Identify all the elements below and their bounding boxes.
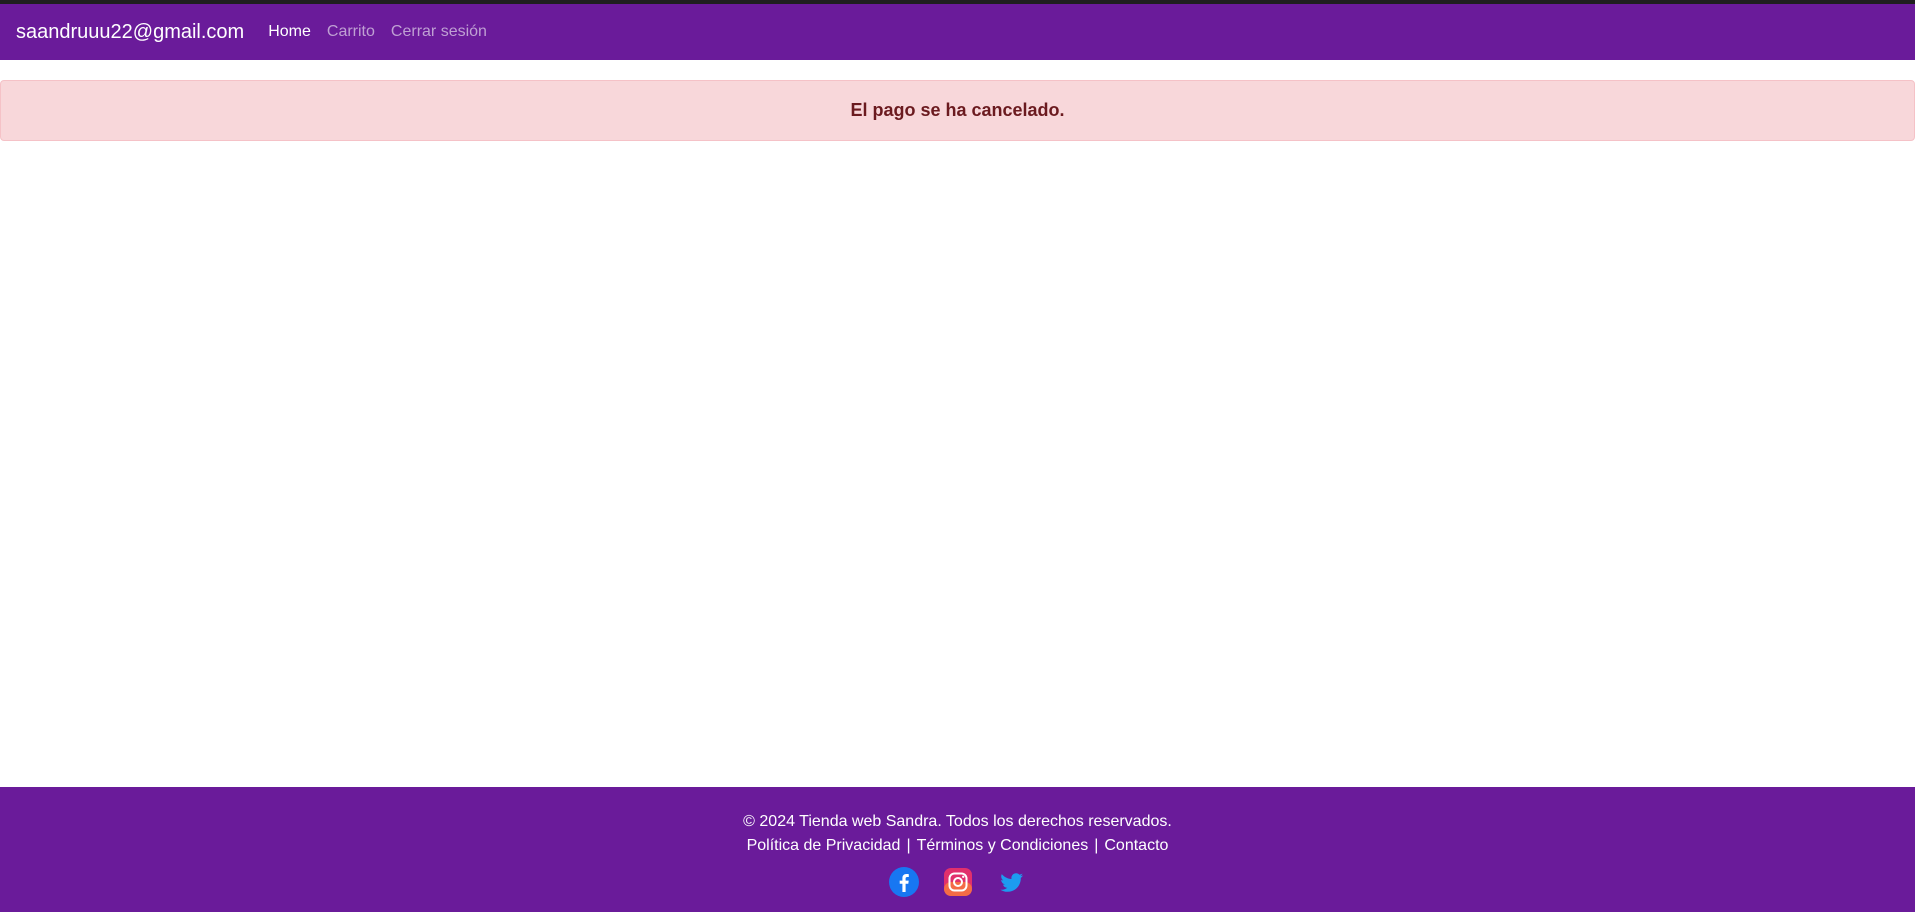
footer: © 2024 Tienda web Sandra. Todos los dere…: [0, 787, 1915, 912]
terms-link[interactable]: Términos y Condiciones: [917, 834, 1089, 858]
privacy-policy-link[interactable]: Política de Privacidad: [747, 834, 901, 858]
contact-link[interactable]: Contacto: [1104, 834, 1168, 858]
twitter-icon[interactable]: [997, 867, 1027, 897]
navbar-brand[interactable]: saandruuu22@gmail.com: [16, 21, 244, 44]
navbar: saandruuu22@gmail.com Home Carrito Cerra…: [0, 4, 1915, 60]
footer-separator: |: [906, 837, 911, 854]
footer-separator: |: [1094, 837, 1099, 854]
footer-links: Política de Privacidad | Términos y Cond…: [0, 834, 1915, 858]
nav-link-carrito[interactable]: Carrito: [327, 23, 375, 41]
footer-copyright: © 2024 Tienda web Sandra. Todos los dere…: [743, 813, 1172, 830]
alert-message: El pago se ha cancelado.: [850, 100, 1065, 120]
nav-link-cerrar-sesion[interactable]: Cerrar sesión: [391, 23, 487, 41]
facebook-icon[interactable]: [888, 867, 919, 897]
social-icons: [0, 867, 1915, 897]
instagram-icon[interactable]: [943, 867, 973, 897]
page: saandruuu22@gmail.com Home Carrito Cerra…: [0, 0, 1915, 912]
payment-cancelled-alert: El pago se ha cancelado.: [0, 80, 1915, 141]
nav-link-home[interactable]: Home: [268, 23, 311, 41]
